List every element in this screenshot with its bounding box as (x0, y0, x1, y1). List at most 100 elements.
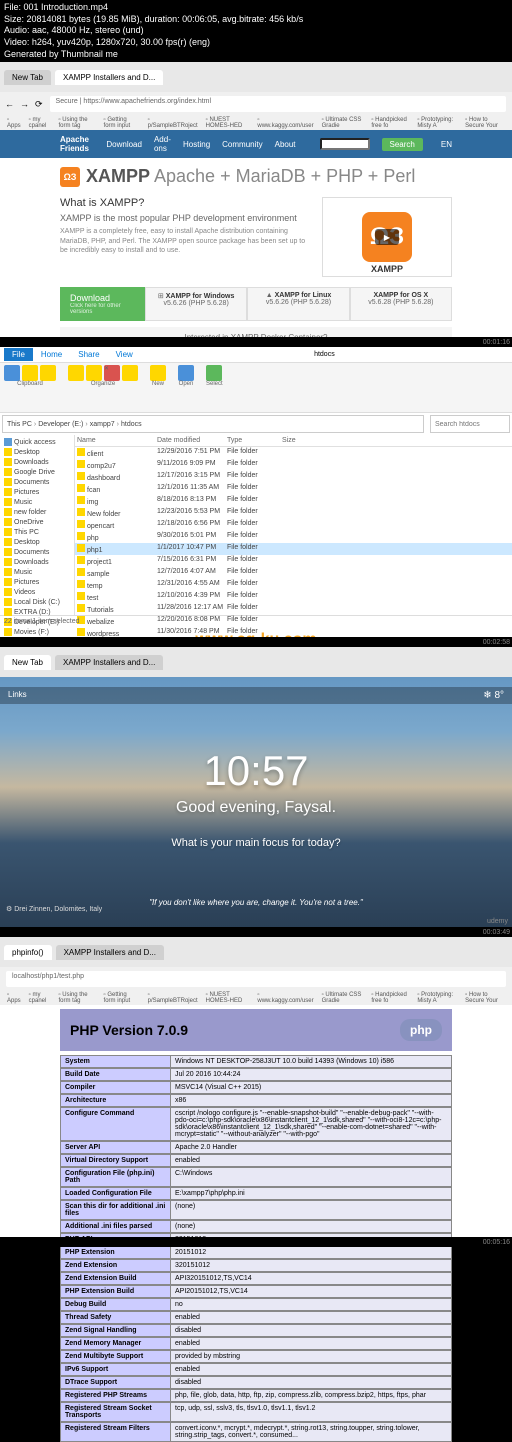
sidebar-item[interactable]: Quick access (2, 437, 72, 447)
nav-addons[interactable]: Add-ons (154, 135, 171, 153)
select-icon[interactable] (206, 365, 222, 381)
bookmark-item[interactable]: ▫ Ultimate CSS Gradie (319, 116, 367, 130)
file-row[interactable]: temp12/31/2016 4:55 AMFile folder (75, 579, 512, 591)
bookmark-item[interactable]: ▫ www.kaggy.com/user (254, 116, 316, 130)
tab-xampp-4[interactable]: XAMPP Installers and D... (56, 945, 164, 960)
sidebar-item[interactable]: Desktop (2, 537, 72, 547)
bookmark-item[interactable]: ▫ Handpicked free fo (368, 991, 412, 1005)
bookmark-item[interactable]: ▫ p/SampleBTRoject (145, 991, 201, 1005)
nav-about[interactable]: About (275, 140, 296, 149)
paste-icon[interactable] (40, 365, 56, 381)
file-row[interactable]: dashboard12/17/2016 3:15 PMFile folder (75, 471, 512, 483)
col-date[interactable]: Date modified (157, 437, 227, 444)
lang-selector[interactable]: EN (441, 140, 452, 149)
sidebar-item[interactable]: Music (2, 567, 72, 577)
move-icon[interactable] (68, 365, 84, 381)
file-row[interactable]: client12/29/2016 7:51 PMFile folder (75, 447, 512, 459)
file-row[interactable]: sample12/7/2016 4:07 AMFile folder (75, 567, 512, 579)
file-row[interactable]: fcan12/1/2016 11:35 AMFile folder (75, 483, 512, 495)
download-osx[interactable]: XAMPP for OS Xv5.6.28 (PHP 5.6.28) (350, 287, 452, 321)
sidebar-item[interactable]: Google Drive (2, 467, 72, 477)
download-linux[interactable]: ▲ XAMPP for Linuxv5.6.26 (PHP 5.6.28) (247, 287, 349, 321)
properties-icon[interactable] (178, 365, 194, 381)
bookmark-item[interactable]: ▫ NUEST HOMES-HED (203, 116, 253, 130)
file-row[interactable]: New folder12/23/2016 5:53 PMFile folder (75, 507, 512, 519)
tab-file[interactable]: File (4, 348, 33, 361)
bookmark-item[interactable]: ▫ Prototyping: Misty A (414, 116, 460, 130)
sidebar-item[interactable]: This PC (2, 527, 72, 537)
bookmark-item[interactable]: ▫ Using the form tag (56, 116, 99, 130)
reload-icon[interactable]: ⟳ (32, 99, 46, 110)
download-windows[interactable]: ⊞ XAMPP for Windowsv5.6.26 (PHP 5.6.28) (145, 287, 247, 321)
breadcrumb[interactable]: This PC› Developer (E:)› xampp7› htdocs (2, 415, 424, 433)
file-row[interactable]: test12/10/2016 4:39 PMFile folder (75, 591, 512, 603)
rename-icon[interactable] (122, 365, 138, 381)
sidebar-item[interactable]: Pictures (2, 577, 72, 587)
bookmark-item[interactable]: ▫ Apps (4, 116, 24, 130)
video-thumbnail[interactable]: ΩЗ ▶ XAMPP (322, 197, 452, 277)
copy-to-icon[interactable] (86, 365, 102, 381)
nav-download[interactable]: Download (106, 140, 142, 149)
bookmark-item[interactable]: ▫ Getting form input (101, 991, 143, 1005)
bookmark-item[interactable]: ▫ Handpicked free fo (368, 116, 412, 130)
bookmark-item[interactable]: ▫ How to Secure Your (462, 991, 508, 1005)
bookmark-item[interactable]: ▫ my cpanel (26, 116, 54, 130)
tab-phpinfo[interactable]: phpinfo() (4, 945, 52, 960)
tab-new[interactable]: New Tab (4, 70, 51, 85)
sidebar-item[interactable]: Videos (2, 587, 72, 597)
tab-share[interactable]: Share (70, 348, 107, 361)
sidebar-item[interactable]: Desktop (2, 447, 72, 457)
nav-hosting[interactable]: Hosting (183, 140, 210, 149)
pin-icon[interactable] (4, 365, 20, 381)
tab-home[interactable]: Home (33, 348, 70, 361)
download-button[interactable]: Download Click here for other versions (60, 287, 145, 321)
address-bar[interactable]: Secure | https://www.apachefriends.org/i… (50, 96, 506, 112)
sidebar-item[interactable]: OneDrive (2, 517, 72, 527)
search-input[interactable] (320, 138, 370, 150)
file-row[interactable]: project17/15/2016 6:31 PMFile folder (75, 555, 512, 567)
col-type[interactable]: Type (227, 437, 282, 444)
tab-new-3[interactable]: New Tab (4, 655, 51, 670)
file-row[interactable]: php9/30/2016 5:01 PMFile folder (75, 531, 512, 543)
file-row[interactable]: opencart12/18/2016 6:56 PMFile folder (75, 519, 512, 531)
bookmark-item[interactable]: ▫ Using the form tag (56, 991, 99, 1005)
delete-icon[interactable]: ✕ (104, 365, 120, 381)
nav-community[interactable]: Community (222, 140, 262, 149)
bookmark-item[interactable]: ▫ my cpanel (26, 991, 54, 1005)
sidebar-item[interactable]: Music (2, 497, 72, 507)
bookmark-item[interactable]: ▫ Prototyping: Misty A (414, 991, 460, 1005)
bookmark-item[interactable]: ▫ Apps (4, 991, 24, 1005)
file-row[interactable]: Tutorials11/28/2016 12:17 AMFile folder (75, 603, 512, 615)
bookmark-item[interactable]: ▫ How to Secure Your (462, 116, 508, 130)
forward-icon[interactable]: → (17, 99, 32, 109)
sidebar-item[interactable]: EXTRA (D:) (2, 607, 72, 617)
copy-icon[interactable] (22, 365, 38, 381)
nav-brand[interactable]: Apache Friends (60, 135, 94, 153)
col-name[interactable]: Name (77, 437, 157, 444)
file-row[interactable]: php11/1/2017 10:47 PMFile folder (75, 543, 512, 555)
sidebar-item[interactable]: Movies (F:) (2, 627, 72, 637)
sidebar-item[interactable]: Pictures (2, 487, 72, 497)
search-files-input[interactable] (430, 415, 510, 433)
search-button[interactable]: Search (382, 138, 423, 151)
file-row[interactable]: comp2u79/11/2016 9:09 PMFile folder (75, 459, 512, 471)
bookmark-item[interactable]: ▫ Ultimate CSS Gradie (319, 991, 367, 1005)
new-folder-icon[interactable] (150, 365, 166, 381)
tab-xampp[interactable]: XAMPP Installers and D... (55, 70, 163, 85)
address-bar-4[interactable]: localhost/php1/test.php (6, 971, 506, 987)
sidebar-item[interactable]: Downloads (2, 557, 72, 567)
focus-prompt[interactable]: What is your main focus for today? (0, 837, 512, 849)
sidebar-item[interactable]: Downloads (2, 457, 72, 467)
tab-xampp-3[interactable]: XAMPP Installers and D... (55, 655, 163, 670)
sidebar-item[interactable]: Local Disk (C:) (2, 597, 72, 607)
sidebar-item[interactable]: Documents (2, 547, 72, 557)
sidebar-item[interactable]: Documents (2, 477, 72, 487)
col-size[interactable]: Size (282, 437, 322, 444)
bookmark-item[interactable]: ▫ NUEST HOMES-HED (203, 991, 253, 1005)
file-row[interactable]: img8/18/2016 8:13 PMFile folder (75, 495, 512, 507)
bookmark-item[interactable]: ▫ www.kaggy.com/user (254, 991, 316, 1005)
sidebar-item[interactable]: new folder (2, 507, 72, 517)
bookmark-item[interactable]: ▫ p/SampleBTRoject (145, 116, 201, 130)
tab-view[interactable]: View (108, 348, 141, 361)
file-row[interactable]: webalize12/20/2016 8:08 PMFile folder (75, 615, 512, 627)
